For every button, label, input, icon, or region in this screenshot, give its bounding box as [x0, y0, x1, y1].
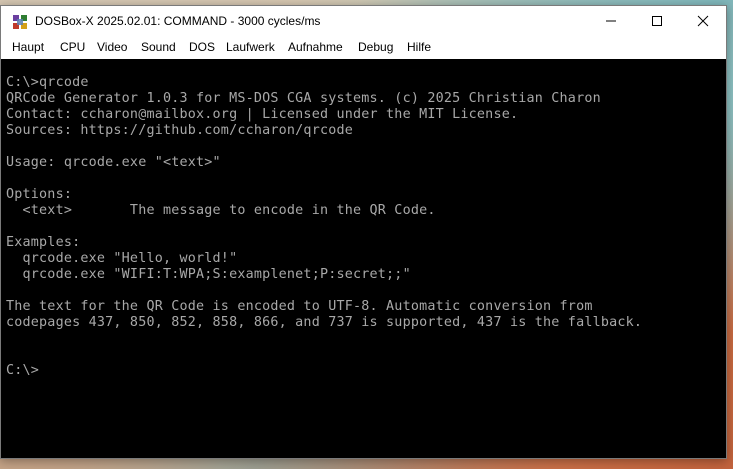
console-line: codepages 437, 850, 852, 858, 866, and 7…	[6, 315, 643, 330]
console-line: qrcode.exe "WIFI:T:WPA;S:examplenet;P:se…	[6, 267, 411, 282]
close-icon	[697, 15, 709, 27]
console-line: The text for the QR Code is encoded to U…	[6, 299, 593, 314]
menu-video[interactable]: Video	[97, 40, 127, 54]
dosbox-x-icon	[13, 15, 27, 29]
console-line: Examples:	[6, 235, 81, 250]
menu-debug[interactable]: Debug	[358, 40, 393, 54]
console-line: QRCode Generator 1.0.3 for MS-DOS CGA sy…	[6, 91, 601, 106]
console-line: Usage: qrcode.exe "<text>"	[6, 155, 221, 170]
maximize-button[interactable]	[634, 6, 680, 36]
console-prompt: C:\>	[6, 363, 40, 378]
title-bar[interactable]: DOSBox-X 2025.02.01: COMMAND - 3000 cycl…	[1, 6, 726, 36]
menu-haupt[interactable]: Haupt	[12, 40, 44, 54]
dos-console[interactable]: C:\>qrcode QRCode Generator 1.0.3 for MS…	[1, 59, 726, 458]
console-line: qrcode.exe "Hello, world!"	[6, 251, 238, 266]
menu-cpu[interactable]: CPU	[60, 40, 85, 54]
dosbox-window: DOSBox-X 2025.02.01: COMMAND - 3000 cycl…	[0, 5, 727, 459]
console-line: C:\>qrcode	[6, 75, 89, 90]
console-line: <text> The message to encode in the QR C…	[6, 203, 436, 218]
minimize-icon	[606, 20, 616, 22]
console-line: Sources: https://github.com/ccharon/qrco…	[6, 123, 353, 138]
menu-dos[interactable]: DOS	[189, 40, 215, 54]
maximize-icon	[652, 16, 662, 26]
menu-hilfe[interactable]: Hilfe	[407, 40, 431, 54]
minimize-button[interactable]	[588, 6, 634, 36]
menu-sound[interactable]: Sound	[141, 40, 176, 54]
window-title: DOSBox-X 2025.02.01: COMMAND - 3000 cycl…	[35, 14, 321, 28]
console-line: Contact: ccharon@mailbox.org | Licensed …	[6, 107, 519, 122]
menu-bar: Haupt CPU Video Sound DOS Laufwerk Aufna…	[1, 36, 726, 58]
menu-aufnahme[interactable]: Aufnahme	[288, 40, 343, 54]
console-line: Options:	[6, 187, 73, 202]
menu-laufwerk[interactable]: Laufwerk	[226, 40, 275, 54]
close-button[interactable]	[680, 6, 726, 36]
